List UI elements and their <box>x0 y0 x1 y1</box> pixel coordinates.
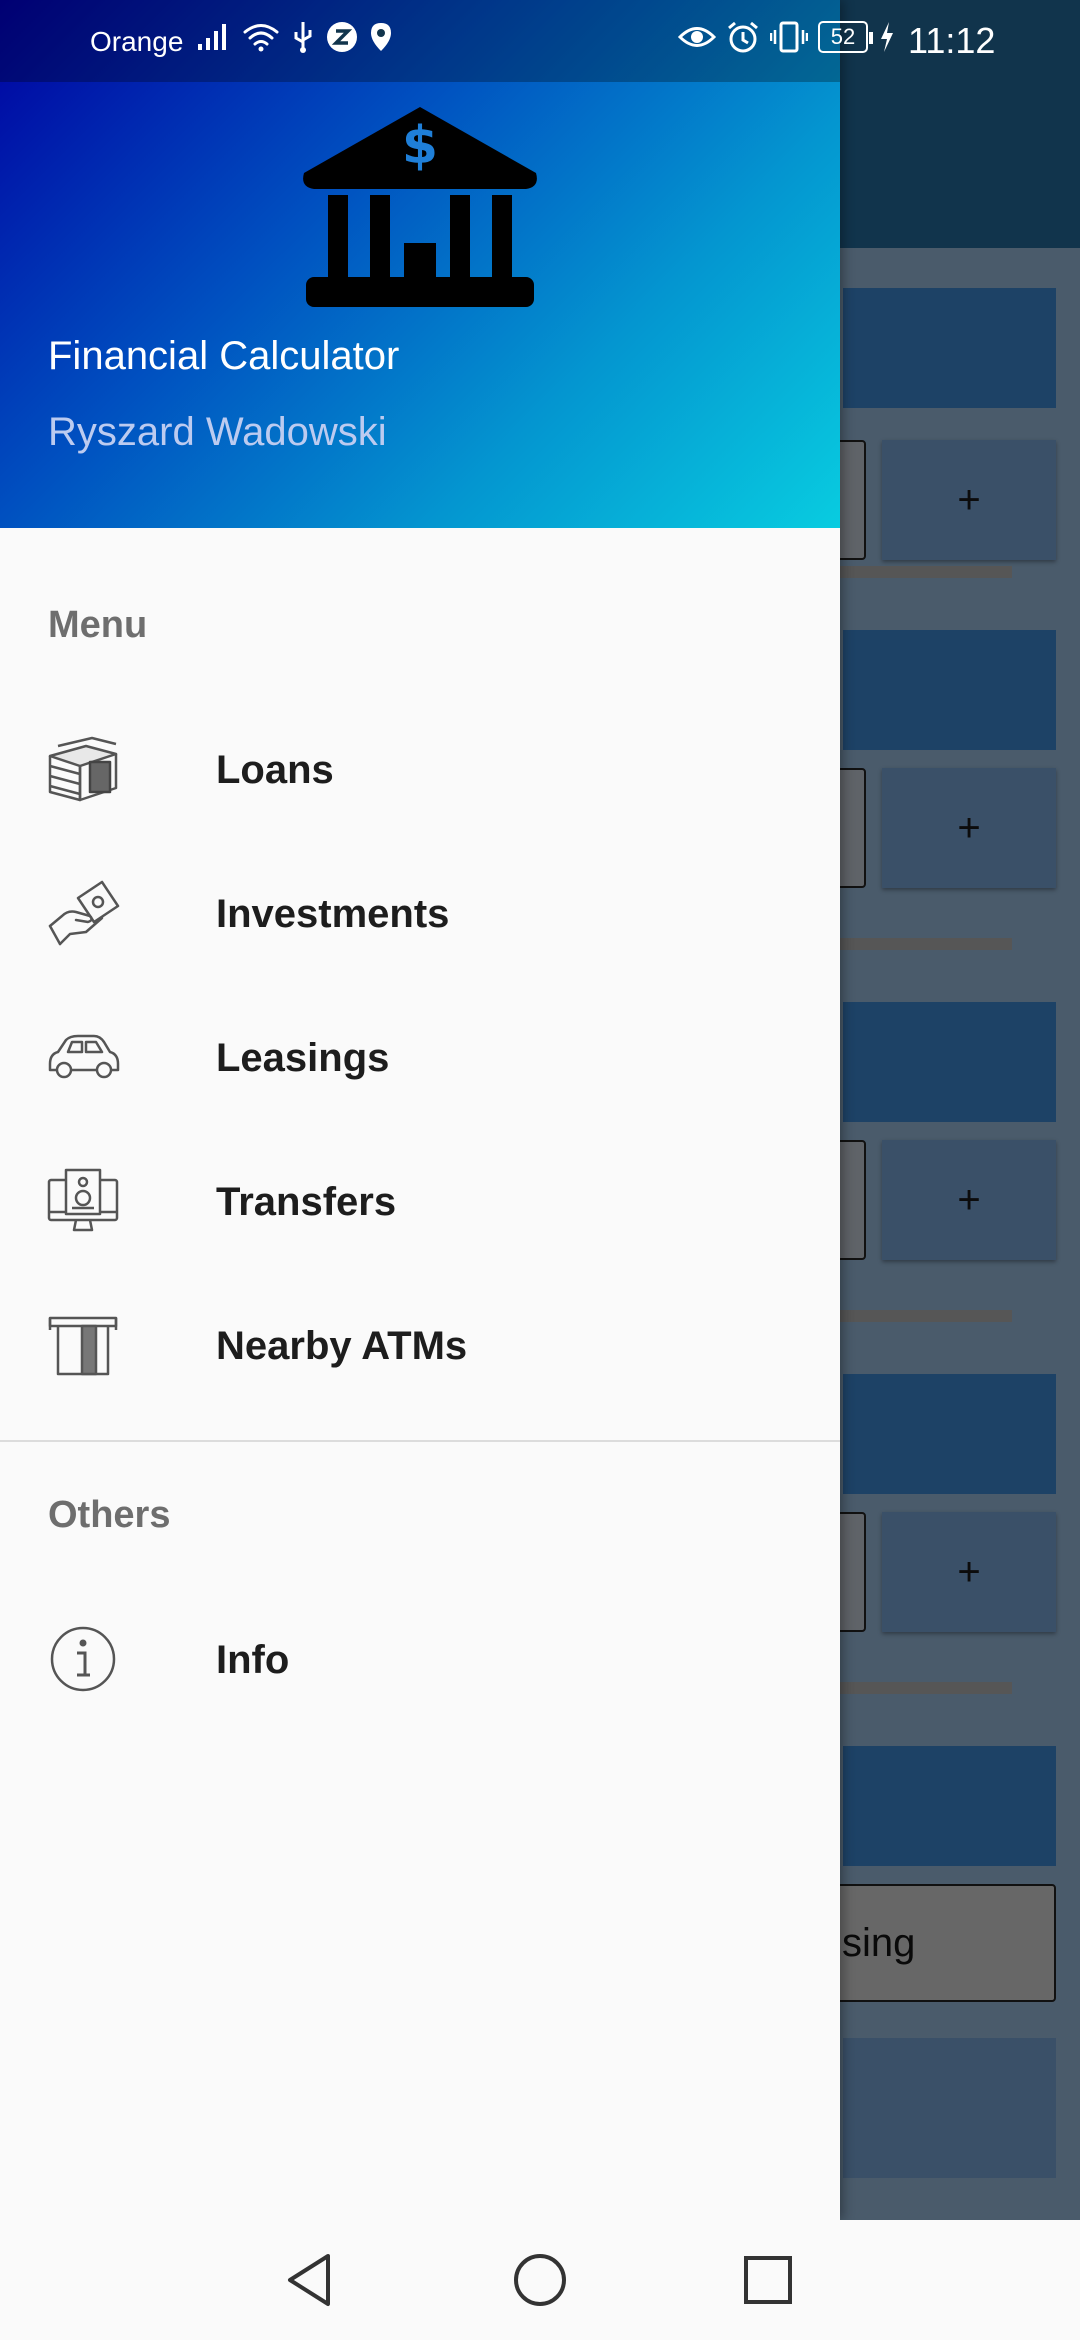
background-input-card[interactable] <box>843 288 1056 408</box>
hand-money-icon <box>48 880 120 946</box>
menu-item-loans[interactable]: Loans <box>0 704 840 834</box>
bank-icon: $ <box>303 107 537 307</box>
background-slider-track[interactable] <box>840 1310 1012 1322</box>
monitor-transfer-icon <box>47 1168 119 1232</box>
background-input-card[interactable] <box>843 630 1056 750</box>
charging-icon <box>881 22 893 52</box>
background-plus-button[interactable]: + <box>882 440 1056 560</box>
dollar-sign: $ <box>402 116 438 176</box>
menu-item-label: Nearby ATMs <box>216 1324 468 1368</box>
system-navigation-bar <box>0 2220 1080 2340</box>
clock: 11:12 <box>908 20 996 61</box>
menu-item-label: Leasings <box>216 1036 390 1080</box>
alarm-icon <box>728 21 758 53</box>
menu-item-investments[interactable]: Investments <box>0 848 840 978</box>
recents-icon[interactable] <box>738 2250 798 2310</box>
info-icon <box>50 1626 116 1692</box>
vibrate-icon <box>770 21 808 53</box>
eye-comfort-icon <box>678 27 716 47</box>
background-slider-track[interactable] <box>840 1682 1012 1694</box>
back-icon[interactable] <box>280 2250 340 2310</box>
menu-item-label: Info <box>216 1638 290 1682</box>
background-plus-button[interactable]: + <box>882 1140 1056 1260</box>
money-stack-icon <box>48 736 118 802</box>
menu-item-label: Transfers <box>216 1180 397 1224</box>
background-bottom-card <box>843 2038 1056 2178</box>
plus-label: + <box>957 477 981 522</box>
background-plus-button[interactable]: + <box>882 768 1056 888</box>
calculate-button-label: sing <box>842 1920 916 1965</box>
section-divider <box>0 1440 840 1442</box>
car-icon <box>48 1034 120 1079</box>
background-input-card[interactable] <box>843 1374 1056 1494</box>
menu-item-transfers[interactable]: Transfers <box>0 1136 840 1266</box>
battery-level: 52 <box>830 24 856 49</box>
signal-icon <box>198 24 226 50</box>
menu-item-label: Investments <box>216 892 450 936</box>
home-icon[interactable] <box>510 2250 570 2310</box>
background-plus-button[interactable]: + <box>882 1512 1056 1632</box>
menu-item-leasings[interactable]: Leasings <box>0 992 840 1122</box>
navigation-drawer: $ Financial Calculator Ryszard Wadowski … <box>0 0 840 2220</box>
user-name: Ryszard Wadowski <box>48 410 387 454</box>
menu-section-title: Menu <box>48 604 148 646</box>
battery-icon: 52 <box>818 21 873 53</box>
background-input-card[interactable] <box>843 1002 1056 1122</box>
menu-item-label: Loans <box>216 748 334 792</box>
background-slider-track[interactable] <box>840 566 1012 578</box>
menu-item-info[interactable]: Info <box>0 1594 840 1724</box>
others-section-title: Others <box>48 1494 171 1536</box>
app-title: Financial Calculator <box>48 334 400 378</box>
background-slider-track[interactable] <box>840 938 1012 950</box>
plus-label: + <box>957 1177 981 1222</box>
plus-label: + <box>957 805 981 850</box>
wifi-icon <box>243 24 279 52</box>
plus-label: + <box>957 1549 981 1594</box>
usb-icon <box>294 22 312 53</box>
background-input-card[interactable] <box>843 1746 1056 1866</box>
location-icon <box>371 23 391 51</box>
status-bar: Orange 52 11:12 <box>0 0 1080 82</box>
menu-item-nearby-atms[interactable]: Nearby ATMs <box>0 1280 840 1410</box>
app-notification-icon <box>327 22 357 52</box>
carrier-name: Orange <box>90 26 184 57</box>
atm-card-icon <box>48 1316 118 1376</box>
